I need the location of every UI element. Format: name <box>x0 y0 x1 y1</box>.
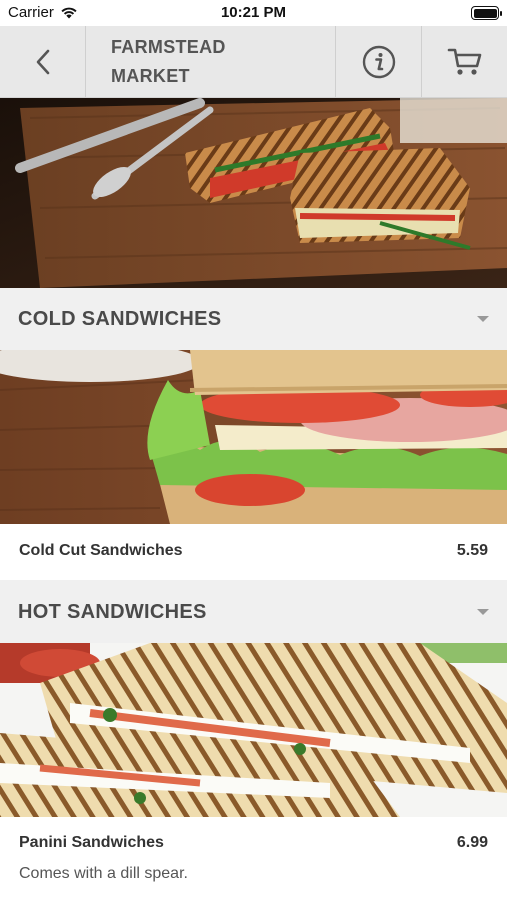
status-bar: Carrier 10:21 PM <box>0 0 507 26</box>
category-title: COLD SANDWICHES <box>18 307 222 330</box>
hot-sandwich-image[interactable] <box>0 643 507 817</box>
chevron-left-icon <box>36 49 49 74</box>
back-button[interactable] <box>0 26 86 97</box>
cart-icon <box>447 48 481 75</box>
chevron-down-icon <box>477 609 489 615</box>
item-name: Cold Cut Sandwiches <box>19 542 183 559</box>
item-description: Comes with a dill spear. <box>19 865 188 882</box>
cold-sandwich-image[interactable] <box>0 350 507 524</box>
item-price: 6.99 <box>456 834 488 851</box>
item-price: 5.59 <box>456 542 488 559</box>
category-title: HOT SANDWICHES <box>18 600 207 623</box>
list-item[interactable]: Cold Cut Sandwiches 5.59 <box>0 524 507 580</box>
page-title: FARMSTEAD MARKET <box>86 26 336 97</box>
nav-bar: FARMSTEAD MARKET <box>0 26 507 98</box>
store-name: FARMSTEAD MARKET <box>111 36 226 86</box>
cart-button[interactable] <box>422 26 507 97</box>
hero-image <box>0 98 507 288</box>
item-name: Panini Sandwiches <box>19 834 164 851</box>
info-button[interactable] <box>336 26 422 97</box>
battery-icon <box>471 6 502 20</box>
status-time: 10:21 PM <box>220 4 287 21</box>
category-header-cold[interactable]: COLD SANDWICHES <box>0 288 507 350</box>
info-icon <box>362 45 395 78</box>
category-header-hot[interactable]: HOT SANDWICHES <box>0 581 507 643</box>
chevron-down-icon <box>477 316 489 322</box>
list-item[interactable]: Panini Sandwiches 6.99 Comes with a dill… <box>0 817 507 900</box>
